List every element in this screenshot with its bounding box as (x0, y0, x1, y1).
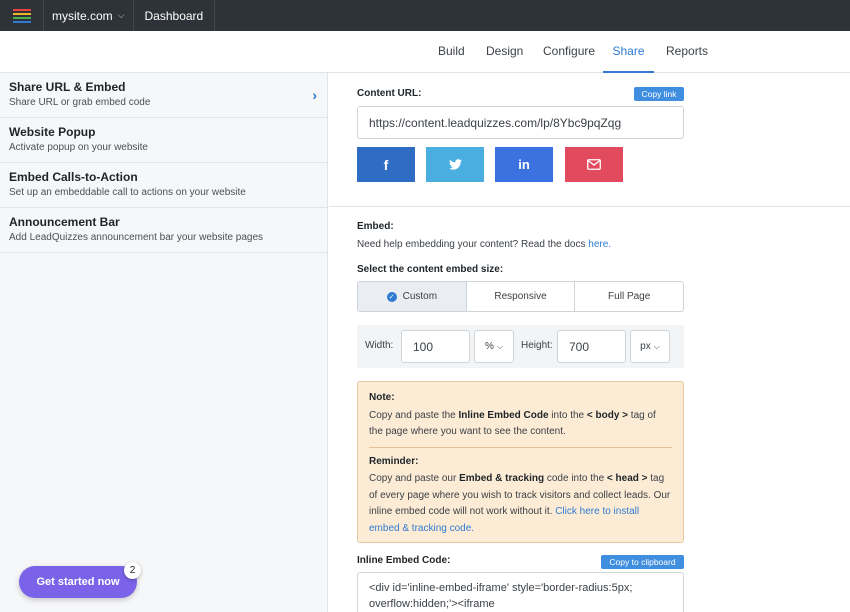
width-input[interactable]: 100 (401, 330, 470, 363)
sidebar-item-title: Website Popup (9, 125, 96, 139)
sidebar-item-title: Announcement Bar (9, 215, 120, 229)
section-divider (329, 206, 850, 207)
share-twitter-button[interactable] (426, 147, 484, 182)
reminder-emphasis: < head > (606, 473, 648, 484)
size-option-responsive[interactable]: Responsive (467, 282, 576, 311)
inline-embed-code-field[interactable]: <div id='inline-embed-iframe' style='bor… (357, 572, 684, 612)
sidebar-item-share-url[interactable]: Share URL & Embed Share URL or grab embe… (0, 73, 327, 118)
height-unit-value: px (640, 341, 651, 352)
reminder-text-part: Copy and paste our (369, 473, 460, 484)
height-unit-select[interactable]: px ⌵ (630, 330, 670, 363)
twitter-icon (448, 159, 462, 170)
tab-configure[interactable]: Configure (543, 31, 595, 73)
size-option-label: Custom (402, 291, 438, 302)
sidebar: Share URL & Embed Share URL or grab embe… (0, 73, 328, 612)
linkedin-icon: in (518, 157, 530, 172)
dashboard-link[interactable]: Dashboard (134, 0, 216, 31)
sidebar-item-title: Embed Calls-to-Action (9, 170, 138, 184)
tab-reports[interactable]: Reports (666, 31, 708, 73)
size-option-full-page[interactable]: Full Page (575, 282, 683, 311)
embed-size-selector: ✓ Custom Responsive Full Page (357, 281, 684, 312)
main-panel: Content URL: Copy link https://content.l… (329, 73, 850, 612)
help-text: Need help embedding your content? Read t… (357, 239, 586, 250)
inline-embed-label: Inline Embed Code: (357, 555, 451, 566)
site-name: mysite.com (52, 8, 113, 23)
sidebar-item-subtitle: Activate popup on your website (9, 142, 148, 153)
site-selector[interactable]: mysite.com ⌵ (44, 0, 134, 31)
docs-link[interactable]: here. (588, 239, 611, 250)
tab-build[interactable]: Build (438, 31, 465, 73)
tab-share[interactable]: Share (603, 31, 654, 73)
notification-badge: 2 (124, 562, 141, 579)
chevron-down-icon: ⌵ (653, 341, 660, 351)
width-label: Width: (365, 340, 394, 351)
reminder-title: Reminder: (369, 455, 419, 467)
copy-to-clipboard-button[interactable]: Copy to clipboard (601, 555, 684, 569)
top-bar: mysite.com ⌵ Dashboard (0, 0, 850, 31)
tab-bar: Build Design Configure Share Reports (0, 31, 850, 73)
height-label: Height: (521, 340, 553, 351)
share-facebook-button[interactable]: f (357, 147, 415, 182)
check-circle-icon: ✓ (386, 291, 397, 302)
sidebar-item-subtitle: Add LeadQuizzes announcement bar your we… (9, 232, 264, 243)
sidebar-item-subtitle: Share URL or grab embed code (9, 97, 151, 108)
get-started-button[interactable]: Get started now (19, 566, 137, 598)
note-text-part: into the (548, 409, 587, 421)
width-unit-value: % (485, 341, 494, 352)
reminder-emphasis: Embed & tracking (459, 473, 545, 484)
size-option-custom[interactable]: ✓ Custom (358, 282, 467, 311)
logo-icon (12, 8, 31, 23)
note-divider (369, 446, 672, 448)
sidebar-item-subtitle: Set up an embeddable call to actions on … (9, 187, 246, 198)
reminder-text-part: code into the (544, 473, 607, 484)
width-unit-select[interactable]: % ⌵ (474, 330, 514, 363)
note-emphasis: Inline Embed Code (458, 409, 549, 421)
embed-size-label: Select the content embed size: (357, 264, 504, 275)
embed-label: Embed: (357, 221, 394, 232)
dimensions-row: Width: 100 % ⌵ Height: 700 px ⌵ (357, 325, 684, 368)
note-box: Note: Copy and paste the Inline Embed Co… (357, 381, 684, 543)
copy-link-button[interactable]: Copy link (634, 87, 684, 101)
height-input[interactable]: 700 (557, 330, 626, 363)
sidebar-item-website-popup[interactable]: Website Popup Activate popup on your web… (0, 118, 327, 163)
note-title: Note: (369, 392, 395, 403)
note-text-part: Copy and paste the (369, 409, 459, 421)
share-linkedin-button[interactable]: in (495, 147, 553, 182)
reminder-text: Copy and paste our Embed & tracking code… (369, 471, 672, 537)
sidebar-item-embed-cta[interactable]: Embed Calls-to-Action Set up an embeddab… (0, 163, 327, 208)
sidebar-item-title: Share URL & Embed (9, 80, 126, 94)
note-text: Copy and paste the Inline Embed Code int… (369, 408, 672, 441)
facebook-icon: f (383, 156, 389, 173)
share-email-button[interactable] (565, 147, 623, 182)
chevron-down-icon: ⌵ (496, 341, 503, 351)
sidebar-item-announcement-bar[interactable]: Announcement Bar Add LeadQuizzes announc… (0, 208, 327, 253)
content-url-label: Content URL: (357, 88, 422, 99)
embed-help-text: Need help embedding your content? Read t… (357, 239, 611, 250)
email-icon (587, 159, 601, 170)
chevron-right-icon: › (312, 87, 317, 103)
chevron-down-icon: ⌵ (117, 10, 125, 20)
tab-design[interactable]: Design (486, 31, 523, 73)
note-emphasis: < body > (586, 409, 629, 421)
content-url-field[interactable]: https://content.leadquizzes.com/lp/8Ybc9… (357, 106, 684, 139)
app-logo[interactable] (0, 0, 44, 31)
